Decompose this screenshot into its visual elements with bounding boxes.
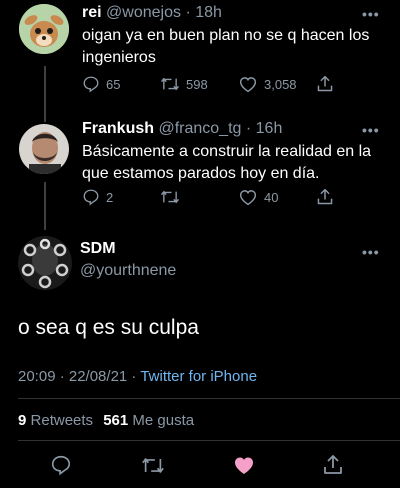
author-handle[interactable]: @wonejos: [106, 4, 181, 21]
stat-retweets[interactable]: 9 Retweets: [18, 412, 97, 429]
main-tweet-text: o sea q es su culpa: [18, 316, 199, 339]
avatar-sdm[interactable]: [18, 236, 72, 290]
more-options-icon[interactable]: •••: [362, 244, 380, 260]
tweet-time[interactable]: 16h: [256, 120, 283, 137]
retweet-count: 598: [186, 76, 208, 92]
tweet-header: rei @wonejos · 18h: [82, 4, 222, 22]
share-icon: [324, 455, 342, 474]
tweet-source-link[interactable]: Twitter for iPhone: [140, 368, 257, 385]
main-retweet-button[interactable]: [141, 455, 165, 481]
like-count: 3,058: [264, 76, 297, 92]
divider: [18, 440, 400, 441]
share-button[interactable]: [316, 74, 334, 94]
like-label: Me gusta: [132, 412, 195, 429]
heart-icon: [239, 77, 257, 93]
tweet-text: oigan ya en buen plan no se q hacen los …: [82, 25, 382, 69]
main-author-name[interactable]: SDM: [80, 240, 176, 258]
heart-icon: [239, 190, 257, 206]
separator: ·: [245, 120, 252, 137]
reply-count: 65: [106, 76, 121, 92]
more-options-icon[interactable]: •••: [362, 6, 380, 22]
engagement-stats: 9 Retweets 561 Me gusta: [18, 412, 194, 429]
reply-icon: [51, 455, 71, 476]
chain-photo-avatar-icon: [18, 236, 72, 290]
main-reply-button[interactable]: [50, 454, 72, 481]
author-handle[interactable]: @franco_tg: [158, 120, 241, 137]
reply-count: 2: [106, 189, 114, 205]
main-like-button[interactable]: [232, 454, 256, 481]
reply-button[interactable]: 2: [82, 188, 113, 206]
author-name[interactable]: rei: [82, 4, 102, 21]
tweet-text-line: ingenieros: [82, 49, 156, 66]
retweet-icon: [160, 77, 180, 91]
reply-button[interactable]: 65: [82, 75, 120, 93]
retweet-icon: [142, 458, 164, 473]
tweet-text-line: oigan ya en buen plan no se q hacen los: [82, 27, 370, 44]
tweet-timestamp[interactable]: 20:09 · 22/08/21 ·: [18, 368, 136, 385]
retweet-button[interactable]: [160, 188, 186, 206]
reply-icon: [83, 189, 99, 206]
like-button[interactable]: 40: [238, 188, 278, 206]
share-icon: [317, 188, 333, 205]
tweet-header: Frankush @franco_tg · 16h: [82, 120, 282, 138]
more-options-icon[interactable]: •••: [362, 122, 380, 138]
share-icon: [317, 75, 333, 92]
tweet-text-line: Básicamente a construir la realidad en l…: [82, 143, 372, 160]
retweet-button[interactable]: 598: [160, 75, 208, 93]
thread-line: [44, 66, 46, 122]
tweet-text-line: que estamos parados hoy en día.: [82, 165, 320, 182]
heart-filled-icon: [235, 457, 253, 474]
share-button[interactable]: [316, 187, 334, 207]
stat-likes[interactable]: 561 Me gusta: [103, 412, 194, 429]
cartoon-deer-avatar-icon: [19, 4, 69, 54]
retweet-label: Retweets: [30, 412, 94, 429]
tweet-meta: 20:09 · 22/08/21 · Twitter for iPhone: [18, 368, 257, 385]
thread-line: [44, 182, 46, 230]
like-count: 561: [103, 412, 129, 429]
main-author-handle[interactable]: @yourthnene: [80, 262, 176, 280]
like-count: 40: [264, 189, 279, 205]
avatar-rei[interactable]: [19, 4, 69, 54]
retweet-icon: [160, 190, 180, 204]
retweet-count: 9: [18, 412, 27, 429]
tweet-time[interactable]: 18h: [195, 4, 222, 21]
main-share-button[interactable]: [322, 453, 344, 482]
separator: ·: [185, 4, 191, 21]
like-button[interactable]: 3,058: [238, 75, 297, 93]
avatar-frankush[interactable]: [19, 124, 69, 174]
person-photo-avatar-icon: [19, 124, 69, 174]
author-name[interactable]: Frankush: [82, 120, 154, 137]
reply-icon: [83, 76, 99, 93]
divider: [18, 398, 400, 399]
tweet-text: Básicamente a construir la realidad en l…: [82, 141, 392, 185]
main-author: SDM @yourthnene: [80, 240, 176, 280]
